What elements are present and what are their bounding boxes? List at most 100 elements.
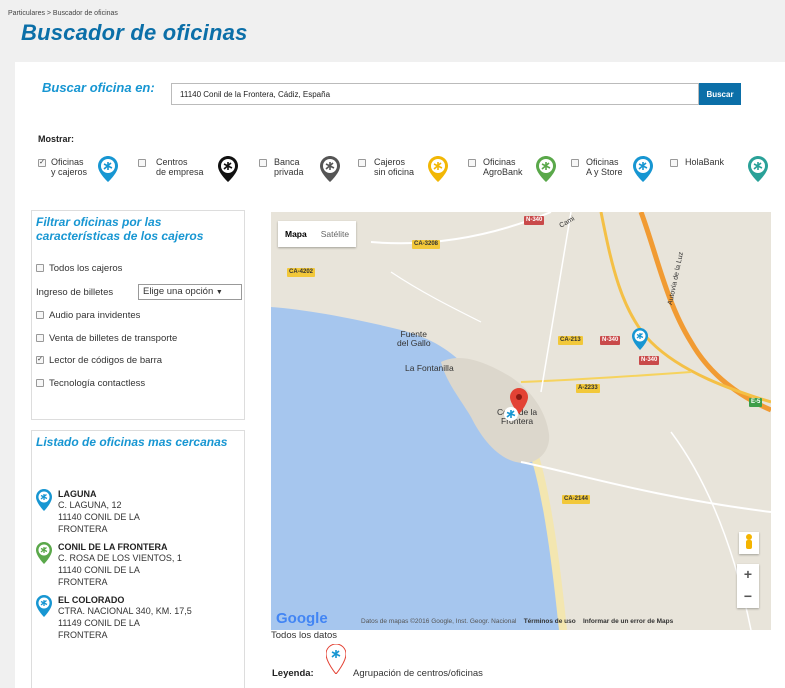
caixa-star-icon [536,156,556,182]
filter-checkbox[interactable]: ✓ [38,159,46,167]
caixa-star-icon [428,156,448,182]
filter-label: Oficinas y cajeros [51,157,88,177]
filter-a-y-store[interactable]: Oficinas A y Store [571,156,671,186]
filter-private-banking[interactable]: Banca privada [259,156,359,186]
caixa-star-icon [36,595,52,617]
filter-offices-atms[interactable]: ✓ Oficinas y cajeros [38,156,138,186]
checkbox[interactable] [36,379,44,387]
filter-checkbox[interactable] [358,159,366,167]
place-label: Fuente del Gallo [397,329,431,348]
zoom-in-button[interactable]: + [737,564,759,586]
search-button[interactable]: Buscar [699,83,741,105]
checkbox[interactable] [36,334,44,342]
legend-text: Agrupación de centros/oficinas [353,668,483,679]
filter-label: HolaBank [685,157,725,167]
road-label: N-340 [600,336,621,345]
select-value: Elige una opción [143,286,214,297]
place-label: La Fontanilla [405,363,454,373]
checkbox[interactable] [36,311,44,319]
map-type-satellite[interactable]: Satélite [314,221,356,247]
office-name[interactable]: EL COLORADO [58,595,124,605]
road-label: N-340 [639,356,660,365]
road-label: E-5 [749,398,763,407]
zoom-out-button[interactable]: − [737,586,759,608]
filter-atms-without-office[interactable]: Cajeros sin oficina [358,156,468,186]
office-city: FRONTERA [58,630,108,640]
option-label: Audio para invidentes [49,310,141,321]
caixa-star-icon [36,489,52,511]
office-city: FRONTERA [58,577,108,587]
report-error-link[interactable]: Informar de un error de Maps [583,618,673,625]
caixa-star-icon [320,156,340,182]
filter-label: Centros de empresa [156,157,204,177]
office-city: FRONTERA [58,524,108,534]
office-name[interactable]: LAGUNA [58,489,97,499]
caixa-star-icon [633,156,653,182]
filter-checkbox[interactable] [468,159,476,167]
road-label: CA-4202 [287,268,316,277]
filter-holabank[interactable]: HolaBank [670,156,770,186]
page-title: Buscador de oficinas [21,20,248,45]
filters-row: ✓ Oficinas y cajeros Centros de empresa Ba… [38,156,778,186]
google-logo: Google [276,610,328,627]
filter-checkbox[interactable] [259,159,267,167]
map-type-control: Mapa Satélite [278,221,357,247]
option-label: Todos los cajeros [49,263,123,274]
road-label: A-2233 [576,384,600,393]
filter-business-centers[interactable]: Centros de empresa [138,156,250,186]
office-list-title: Listado de oficinas mas cercanas [36,435,228,449]
zoom-control: + − [737,564,759,608]
attribution-text: Datos de mapas ©2016 Google, Inst. Geogr… [361,618,517,625]
office-address: C. ROSA DE LOS VIENTOS, 1 [58,553,182,563]
road-label: CA-2144 [562,495,591,504]
all-data-link[interactable]: Todos los datos [271,630,337,641]
option-label: Venta de billetes de transporte [49,333,178,344]
caixa-star-icon [218,156,238,182]
legend-label: Leyenda: [272,668,314,679]
office-city: 11149 CONIL DE LA [58,618,140,628]
filter-checkbox[interactable] [670,159,678,167]
breadcrumb[interactable]: Particulares > Buscador de oficinas [8,10,118,17]
filter-label: Banca privada [274,157,304,177]
search-label: Buscar oficina en: [42,80,155,95]
atm-filter-title: Filtrar oficinas por las características… [36,215,204,243]
caixa-star-icon[interactable] [503,406,519,422]
caixa-star-icon [748,156,768,182]
main-panel: Buscar oficina en: Buscar Mostrar: ✓ Ofi… [15,62,785,688]
caixa-star-icon[interactable] [632,328,648,350]
page: Particulares > Buscador de oficinas Busc… [0,0,785,688]
cluster-pin-icon [326,644,346,674]
road-label: N-340 [524,216,545,225]
terms-link[interactable]: Términos de uso [524,618,576,625]
option-label: Tecnología contactless [49,378,146,389]
checkbox[interactable] [36,264,44,272]
filter-checkbox[interactable] [138,159,146,167]
filter-agrobank[interactable]: Oficinas AgroBank [468,156,568,186]
cash-deposit-select[interactable]: Elige una opción ▼ [138,284,242,300]
caixa-star-icon [36,542,52,564]
office-city: 11140 CONIL DE LA [58,565,140,575]
checkbox[interactable]: ✓ [36,356,44,364]
filter-checkbox[interactable] [571,159,579,167]
office-city: 11140 CONIL DE LA [58,512,140,522]
office-address: CTRA. NACIONAL 340, KM. 17,5 [58,606,192,616]
triangle-down-icon: ▼ [215,289,223,296]
office-address: C. LAGUNA, 12 [58,500,122,510]
road-label: CA-3208 [412,240,441,249]
search-input[interactable] [171,83,699,105]
filter-label: Oficinas AgroBank [483,157,523,177]
map-type-map[interactable]: Mapa [278,221,314,247]
filter-label: Oficinas A y Store [586,157,623,177]
atm-filter-box: Filtrar oficinas por las características… [31,210,245,420]
filter-label: Cajeros sin oficina [374,157,415,177]
option-label: Lector de códigos de barra [49,355,163,366]
office-list-box: Listado de oficinas mas cercanas LAGUNA … [31,430,245,688]
map-attribution: Datos de mapas ©2016 Google, Inst. Geogr… [361,618,673,625]
pegman-icon[interactable] [739,532,759,554]
map-canvas[interactable]: Mapa Satélite Fuente del Gallo La Fontani… [271,212,771,630]
road-label: CA-213 [558,336,583,345]
show-label: Mostrar: [38,134,75,144]
office-name[interactable]: CONIL DE LA FRONTERA [58,542,168,552]
cash-deposit-label: Ingreso de billetes [36,287,114,298]
caixa-star-icon [98,156,118,182]
